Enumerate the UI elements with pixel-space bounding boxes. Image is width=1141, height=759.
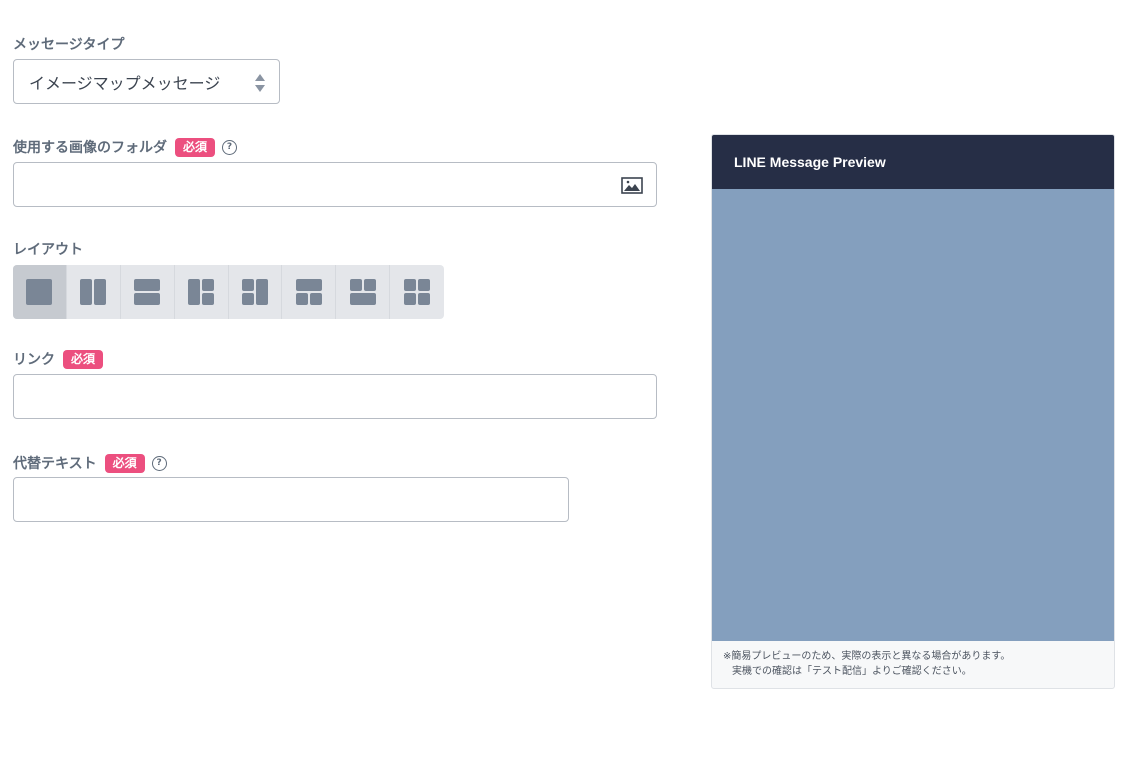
layout-option-grid-4[interactable] <box>390 265 444 319</box>
alt-text-input[interactable] <box>14 478 568 521</box>
layout-option-single[interactable] <box>13 265 67 319</box>
alt-text-label: 代替テキスト 必須 ? <box>13 453 167 473</box>
image-folder-input[interactable] <box>14 163 656 206</box>
help-icon[interactable]: ? <box>222 139 238 155</box>
image-folder-field[interactable] <box>13 162 657 207</box>
layout-option-vertical-2[interactable] <box>67 265 121 319</box>
link-field[interactable] <box>13 374 657 419</box>
image-picker-icon[interactable] <box>621 177 643 194</box>
layout-horizontal-2-icon <box>134 279 161 305</box>
line-message-preview: LINE Message Preview ※簡易プレビューのため、実際の表示と異… <box>711 134 1115 689</box>
link-label: リンク 必須 <box>13 349 104 369</box>
layout-right-split-3-icon <box>188 279 215 305</box>
help-icon[interactable]: ? <box>151 455 167 471</box>
message-type-selected-value: イメージマップメッセージ <box>29 73 221 93</box>
preview-canvas <box>712 189 1114 641</box>
layout-option-right-split-3[interactable] <box>175 265 229 319</box>
layout-selector <box>13 265 444 319</box>
preview-note: ※簡易プレビューのため、実際の表示と異なる場合があります。 実機での確認は「テス… <box>712 641 1114 679</box>
required-badge: 必須 <box>104 453 145 473</box>
layout-option-horizontal-2[interactable] <box>121 265 175 319</box>
select-arrows-icon <box>255 74 265 92</box>
layout-top-split-3-icon <box>295 279 322 305</box>
layout-vertical-2-icon <box>80 279 107 305</box>
preview-header: LINE Message Preview <box>712 135 1114 189</box>
link-input[interactable] <box>14 375 656 418</box>
message-type-select[interactable]: イメージマップメッセージ <box>13 59 280 104</box>
message-form-page: メッセージタイプ イメージマップメッセージ 使用する画像のフォルダ 必須 ? レ… <box>0 0 1141 759</box>
preview-note-line-2: 実機での確認は「テスト配信」よりご確認ください。 <box>732 666 972 677</box>
required-badge: 必須 <box>175 137 216 157</box>
layout-left-split-3-icon <box>241 279 268 305</box>
layout-single-icon <box>26 279 53 305</box>
alt-text-field[interactable] <box>13 477 569 522</box>
layout-grid-4-icon <box>404 279 431 305</box>
layout-label: レイアウト <box>13 242 83 258</box>
layout-bottom-split-3-icon <box>349 279 376 305</box>
required-badge: 必須 <box>63 349 104 369</box>
preview-note-line-1: ※簡易プレビューのため、実際の表示と異なる場合があります。 <box>723 651 1011 662</box>
message-type-label: メッセージタイプ <box>13 37 125 53</box>
layout-option-bottom-split-3[interactable] <box>336 265 391 319</box>
preview-title: LINE Message Preview <box>734 154 886 170</box>
image-folder-label: 使用する画像のフォルダ 必須 ? <box>13 137 238 157</box>
layout-option-top-split-3[interactable] <box>282 265 337 319</box>
layout-option-left-split-3[interactable] <box>229 265 283 319</box>
